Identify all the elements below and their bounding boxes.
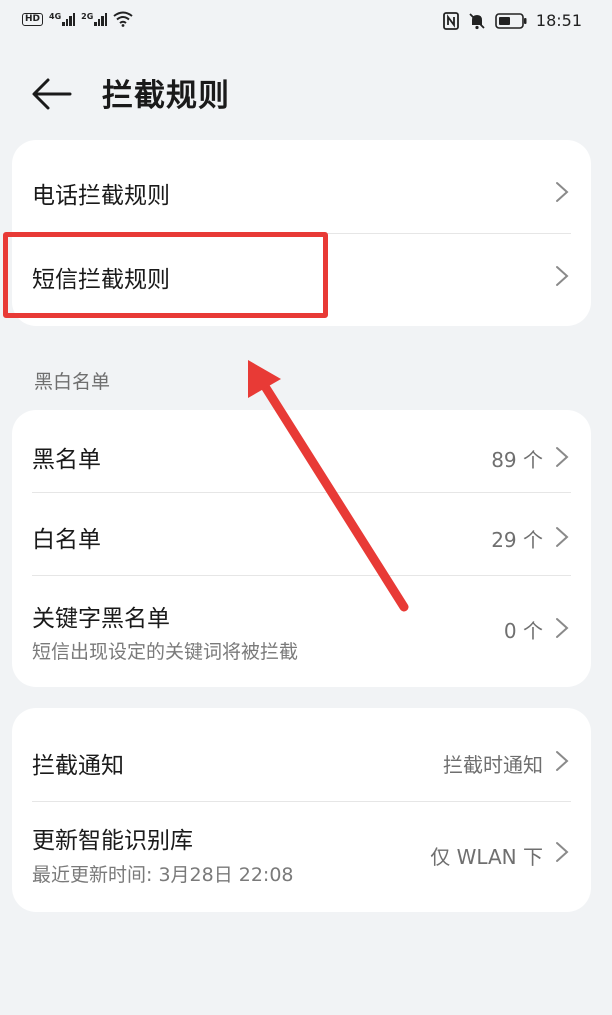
status-bar: HD 4G 2G 18:51 <box>0 0 612 44</box>
row-value: 拦截时通知 <box>443 753 543 777</box>
chevron-right-icon <box>556 527 569 547</box>
row-value: 0 个 <box>503 619 543 643</box>
chevron-right-icon <box>556 842 569 862</box>
wifi-icon <box>113 11 133 27</box>
nfc-icon <box>442 11 459 30</box>
row-label: 白名单 <box>32 527 101 553</box>
intercept-notification-item[interactable]: 拦截通知 拦截时通知 <box>12 708 591 801</box>
net-label-2g: 2G <box>81 11 94 21</box>
row-value: 29 个 <box>491 528 543 552</box>
highlight-box <box>3 232 328 318</box>
row-subtitle: 短信出现设定的关键词将被拦截 <box>32 641 299 663</box>
row-value: 仅 WLAN 下 <box>430 845 543 869</box>
blackwhite-list-card: 黑名单 89 个 白名单 29 个 关键字黑名单 短信出现设定的关键词将被拦截 … <box>12 410 591 687</box>
hd-icon: HD <box>22 12 44 26</box>
row-subtitle: 最近更新时间: 3月28日 22:08 <box>32 864 294 886</box>
row-label: 关键字黑名单 <box>32 606 170 632</box>
row-label: 黑名单 <box>32 447 101 473</box>
header: 拦截规则 <box>0 60 612 130</box>
row-label: 拦截通知 <box>32 753 124 779</box>
chevron-right-icon <box>556 751 569 771</box>
row-label: 更新智能识别库 <box>32 828 193 854</box>
mute-bell-icon <box>469 12 485 29</box>
chevron-right-icon <box>556 447 569 467</box>
battery-icon <box>495 12 527 29</box>
blacklist-item[interactable]: 黑名单 89 个 <box>12 410 591 492</box>
chevron-right-icon <box>556 618 569 638</box>
status-right: 18:51 <box>442 11 582 30</box>
net-label-4g: 4G <box>49 11 62 21</box>
page-title: 拦截规则 <box>102 78 230 114</box>
back-button[interactable] <box>30 74 74 114</box>
row-label: 电话拦截规则 <box>32 183 170 209</box>
arrow-left-icon <box>32 78 72 110</box>
signal-4g-icon: 4G <box>49 11 76 26</box>
chevron-right-icon <box>556 266 569 286</box>
chevron-right-icon <box>556 182 569 202</box>
signal-2g-icon: 2G <box>81 11 108 26</box>
status-left: HD 4G 2G <box>22 11 133 27</box>
section-label-blackwhite-list: 黑白名单 <box>34 371 111 393</box>
whitelist-item[interactable]: 白名单 29 个 <box>12 492 591 575</box>
keyword-blacklist-item[interactable]: 关键字黑名单 短信出现设定的关键词将被拦截 0 个 <box>12 575 591 687</box>
call-intercept-rules-item[interactable]: 电话拦截规则 <box>12 140 591 233</box>
status-time: 18:51 <box>535 11 582 30</box>
row-value: 89 个 <box>491 448 543 472</box>
settings-card: 拦截通知 拦截时通知 更新智能识别库 最近更新时间: 3月28日 22:08 仅… <box>12 708 591 912</box>
update-recognition-db-item[interactable]: 更新智能识别库 最近更新时间: 3月28日 22:08 仅 WLAN 下 <box>12 801 591 912</box>
